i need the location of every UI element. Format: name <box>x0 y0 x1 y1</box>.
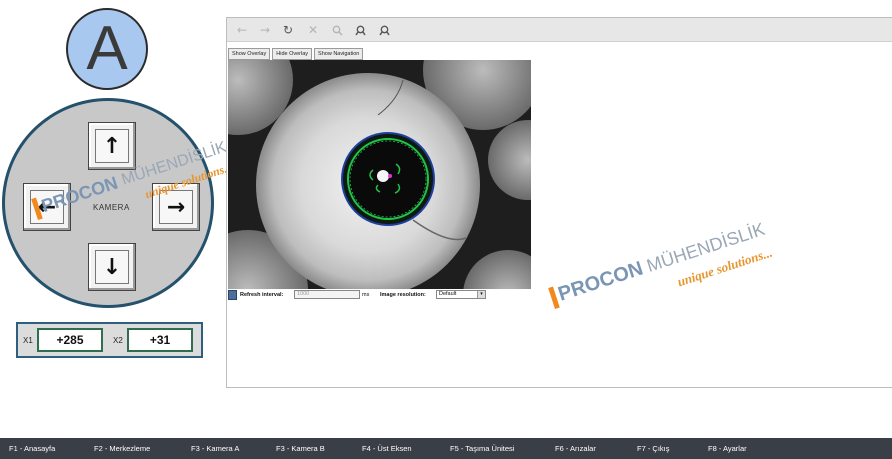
nav-settings[interactable]: F8 - Ayarlar <box>708 444 747 453</box>
show-navigation-button[interactable]: Show Navigation <box>314 48 364 60</box>
nav-home[interactable]: F1 - Anasayfa <box>9 444 55 453</box>
show-overlay-button[interactable]: Show Overlay <box>228 48 271 60</box>
arrow-down-icon: ↓ <box>95 250 129 284</box>
arrow-left-icon: ← <box>30 190 64 224</box>
chevron-down-icon: ▾ <box>477 291 485 298</box>
camera-badge: A <box>66 8 148 90</box>
x1-label: X1 <box>23 336 33 345</box>
resolution-select[interactable]: Default ▾ <box>436 290 486 299</box>
refresh-interval-input[interactable]: 1000 <box>294 290 360 299</box>
camera-feed-image[interactable] <box>228 60 531 289</box>
jog-control: ↑ ← KAMERA → ↓ <box>2 98 214 308</box>
nav-upper-axis[interactable]: F4 - Üst Eksen <box>362 444 412 453</box>
jog-up-button[interactable]: ↑ <box>88 122 136 170</box>
zoom-out-icon[interactable] <box>375 21 393 39</box>
camera-letter: A <box>86 14 128 83</box>
jog-center-label: KAMERA <box>93 203 130 212</box>
arrow-right-icon: → <box>159 190 193 224</box>
viewer-toolbar: ← → ↻ ✕ <box>227 18 892 42</box>
hide-overlay-button[interactable]: Hide Overlay <box>272 48 313 60</box>
forward-icon[interactable]: → <box>256 21 274 39</box>
function-key-bar: F1 - Anasayfa F2 - Merkezleme F3 - Kamer… <box>0 438 892 459</box>
viewer-status-row: Refresh interval: 1000 ms Image resoluti… <box>228 290 548 300</box>
stop-icon[interactable]: ✕ <box>304 21 322 39</box>
resolution-value: Default <box>439 291 457 297</box>
coordinates-panel: X1 +285 X2 +31 <box>16 322 203 358</box>
nav-faults[interactable]: F6 - Arızalar <box>555 444 596 453</box>
jog-down-button[interactable]: ↓ <box>88 243 136 291</box>
resolution-label: Image resolution: <box>380 292 426 298</box>
arrow-up-icon: ↑ <box>95 129 129 163</box>
nav-centering[interactable]: F2 - Merkezleme <box>94 444 150 453</box>
camera-viewer-frame: ← → ↻ ✕ Show Overlay Hide Overlay Show N… <box>226 17 892 388</box>
magnifier-icon[interactable] <box>328 21 346 39</box>
x2-value: +31 <box>127 328 193 352</box>
lock-icon <box>228 290 237 300</box>
nav-exit[interactable]: F7 - Çıkış <box>637 444 670 453</box>
jog-right-button[interactable]: → <box>152 183 200 231</box>
nav-transport-unit[interactable]: F5 - Taşıma Ünitesi <box>450 444 514 453</box>
refresh-unit: ms <box>362 292 370 298</box>
back-icon[interactable]: ← <box>233 21 251 39</box>
x2-label: X2 <box>113 336 123 345</box>
jog-left-button[interactable]: ← <box>23 183 71 231</box>
nav-camera-b[interactable]: F3 - Kamera B <box>276 444 325 453</box>
nav-camera-a[interactable]: F3 - Kamera A <box>191 444 239 453</box>
overlay-buttons: Show Overlay Hide Overlay Show Navigatio… <box>228 48 364 60</box>
zoom-in-icon[interactable] <box>351 21 369 39</box>
reload-icon[interactable]: ↻ <box>279 21 297 39</box>
x1-value: +285 <box>37 328 103 352</box>
refresh-label: Refresh interval: <box>240 292 284 298</box>
